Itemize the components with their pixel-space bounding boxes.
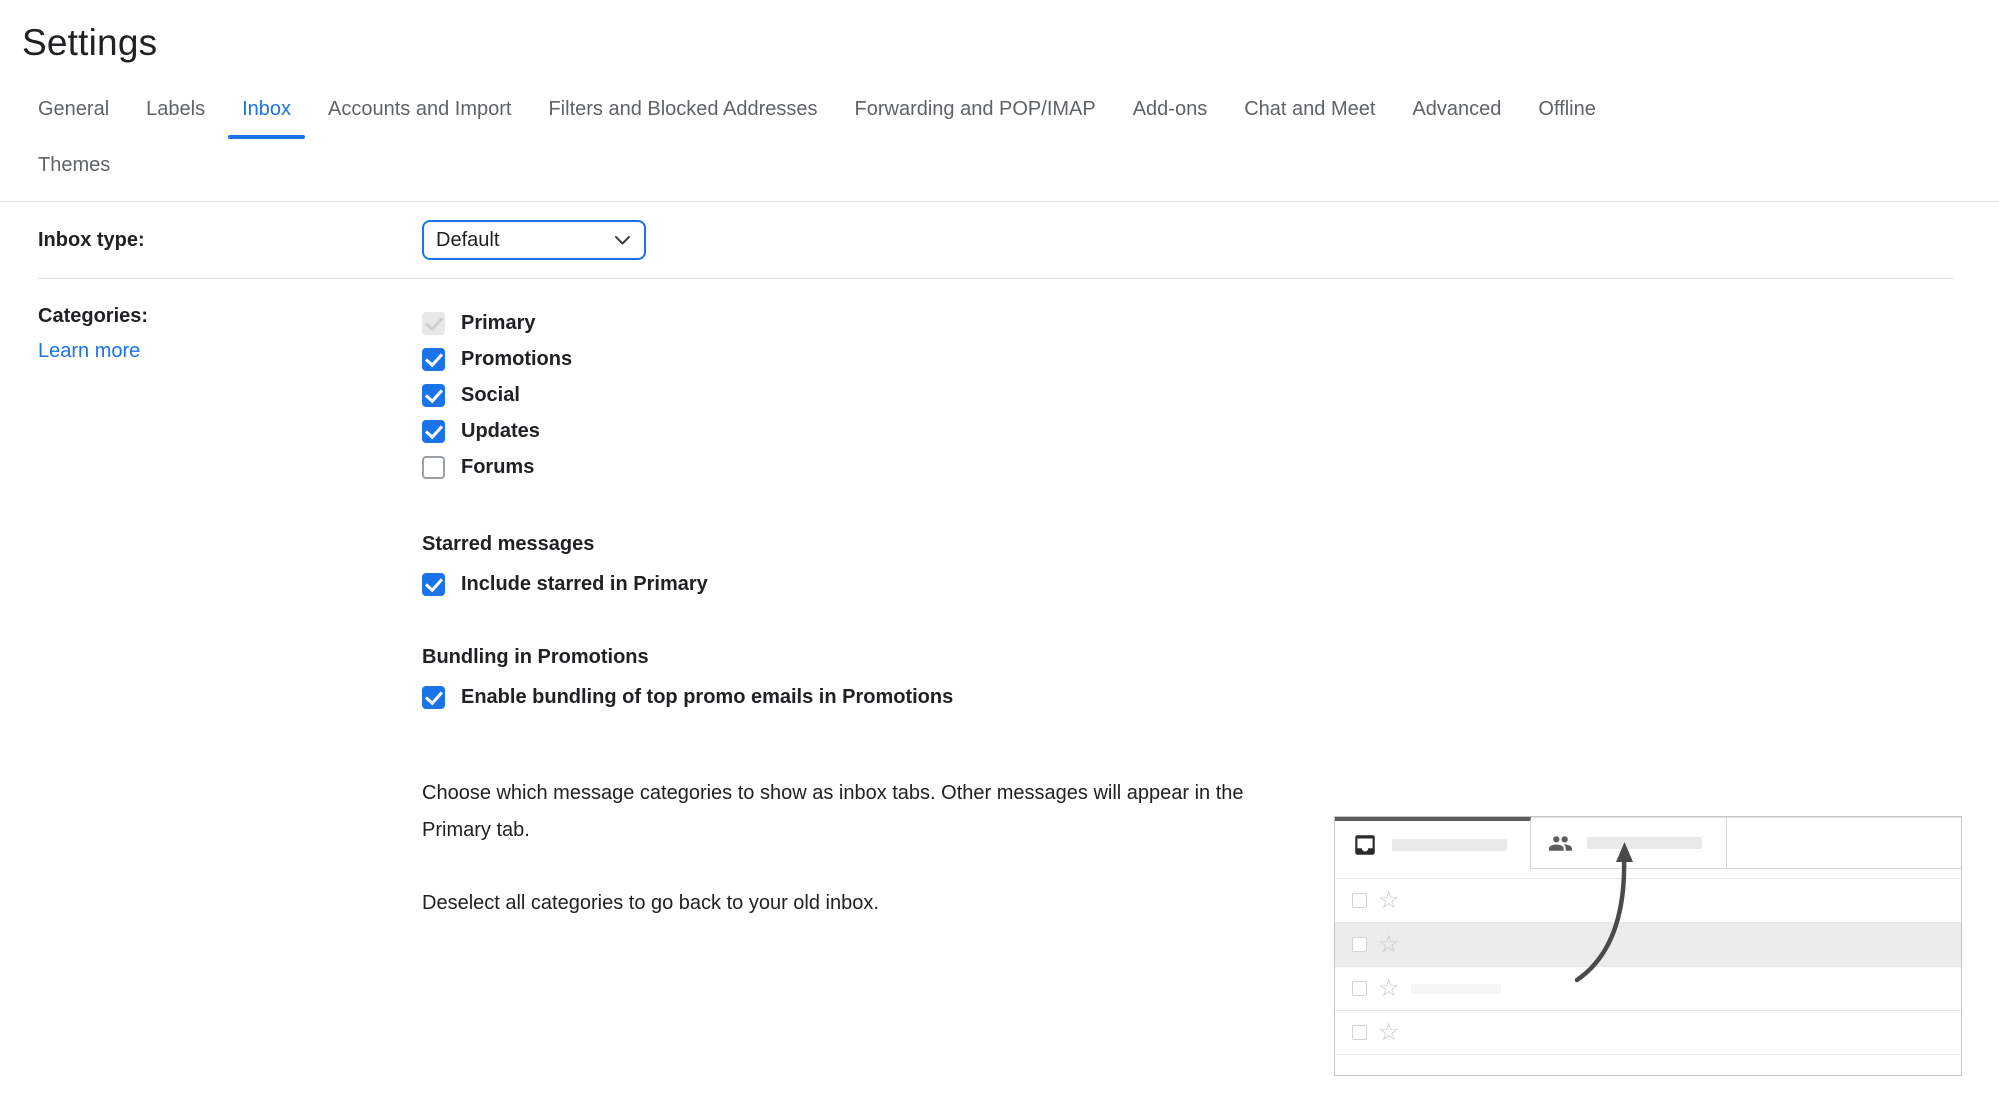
page-title: Settings [22, 22, 1999, 64]
illustration-gap [1335, 869, 1961, 878]
tabbar-row-2: Themes [38, 154, 1999, 177]
checkbox-promotions[interactable] [422, 348, 445, 371]
illustration-tab-filler [1727, 817, 1961, 869]
checkbox-include-starred[interactable] [422, 573, 445, 596]
tab-labels[interactable]: Labels [146, 98, 205, 121]
tab-advanced[interactable]: Advanced [1412, 98, 1501, 121]
tab-themes[interactable]: Themes [38, 154, 110, 177]
description-paragraph-2: Deselect all categories to go back to yo… [422, 885, 1302, 922]
category-label-primary: Primary [461, 312, 536, 335]
bundling-option-label: Enable bundling of top promo emails in P… [461, 686, 953, 709]
categories-label: Categories: [38, 305, 148, 327]
category-label-promotions: Promotions [461, 348, 572, 371]
starred-option-row: Include starred in Primary [422, 566, 1999, 602]
illustration-email-row: ☆ [1335, 1010, 1961, 1054]
illustration-email-row: ☆ [1335, 878, 1961, 922]
placeholder-bar [1587, 837, 1702, 849]
row-checkbox [1352, 893, 1367, 908]
placeholder-bar [1411, 984, 1501, 994]
bundling-option-row: Enable bundling of top promo emails in P… [422, 679, 1999, 715]
learn-more-link[interactable]: Learn more [38, 340, 140, 363]
tab-accounts-and-import[interactable]: Accounts and Import [328, 98, 511, 121]
row-checkbox [1352, 1025, 1367, 1040]
checkbox-primary [422, 312, 445, 335]
illustration-email-row-highlighted: ☆ [1335, 922, 1961, 966]
category-row-forums: Forums [422, 449, 1999, 485]
chevron-down-icon [614, 235, 631, 246]
starred-option-label: Include starred in Primary [461, 573, 708, 596]
category-row-social: Social [422, 377, 1999, 413]
category-label-forums: Forums [461, 456, 534, 479]
tab-filters-and-blocked-addresses[interactable]: Filters and Blocked Addresses [548, 98, 817, 121]
bundling-heading: Bundling in Promotions [422, 646, 1999, 669]
star-icon: ☆ [1378, 937, 1400, 952]
illustration-email-row: ☆ [1335, 966, 1961, 1010]
checkbox-social[interactable] [422, 384, 445, 407]
inbox-type-label: Inbox type: [38, 229, 145, 251]
checkbox-updates[interactable] [422, 420, 445, 443]
category-checkbox-list: Primary Promotions Social Updates Forums [422, 305, 1999, 485]
people-icon [1548, 831, 1573, 856]
tab-offline[interactable]: Offline [1538, 98, 1595, 121]
illustration-active-tab [1335, 817, 1531, 869]
row-checkbox [1352, 937, 1367, 952]
starred-messages-heading: Starred messages [422, 533, 1999, 556]
illustration-tab-strip [1335, 817, 1961, 869]
category-label-updates: Updates [461, 420, 540, 443]
inbox-type-content-col: Default [422, 220, 1999, 260]
category-label-social: Social [461, 384, 520, 407]
row-checkbox [1352, 981, 1367, 996]
tab-forwarding-and-pop-imap[interactable]: Forwarding and POP/IMAP [855, 98, 1096, 121]
inbox-type-select[interactable]: Default [422, 220, 646, 260]
settings-tabbar: General Labels Inbox Accounts and Import… [38, 98, 1999, 177]
categories-description: Choose which message categories to show … [422, 775, 1302, 922]
inbox-tabs-illustration: ☆ ☆ ☆ ☆ [1334, 816, 1962, 1076]
tab-chat-and-meet[interactable]: Chat and Meet [1244, 98, 1375, 121]
tab-inbox[interactable]: Inbox [242, 98, 291, 121]
inbox-icon [1352, 832, 1378, 858]
tab-general[interactable]: General [38, 98, 109, 121]
star-icon: ☆ [1378, 1025, 1400, 1040]
category-row-updates: Updates [422, 413, 1999, 449]
illustration-social-tab [1531, 817, 1727, 869]
categories-label-col: Categories: Learn more [0, 305, 422, 922]
star-icon: ☆ [1378, 893, 1400, 908]
tab-add-ons[interactable]: Add-ons [1133, 98, 1208, 121]
checkbox-forums[interactable] [422, 456, 445, 479]
category-row-promotions: Promotions [422, 341, 1999, 377]
inbox-type-row: Inbox type: Default [0, 202, 1999, 278]
description-paragraph-1: Choose which message categories to show … [422, 775, 1302, 849]
placeholder-bar [1392, 839, 1507, 851]
tabbar-row-1: General Labels Inbox Accounts and Import… [38, 98, 1999, 121]
checkbox-enable-bundling[interactable] [422, 686, 445, 709]
inbox-type-label-col: Inbox type: [0, 229, 422, 252]
star-icon: ☆ [1378, 981, 1400, 996]
inbox-type-selected-value: Default [436, 229, 499, 252]
category-row-primary: Primary [422, 305, 1999, 341]
illustration-email-row-partial [1335, 1054, 1961, 1066]
